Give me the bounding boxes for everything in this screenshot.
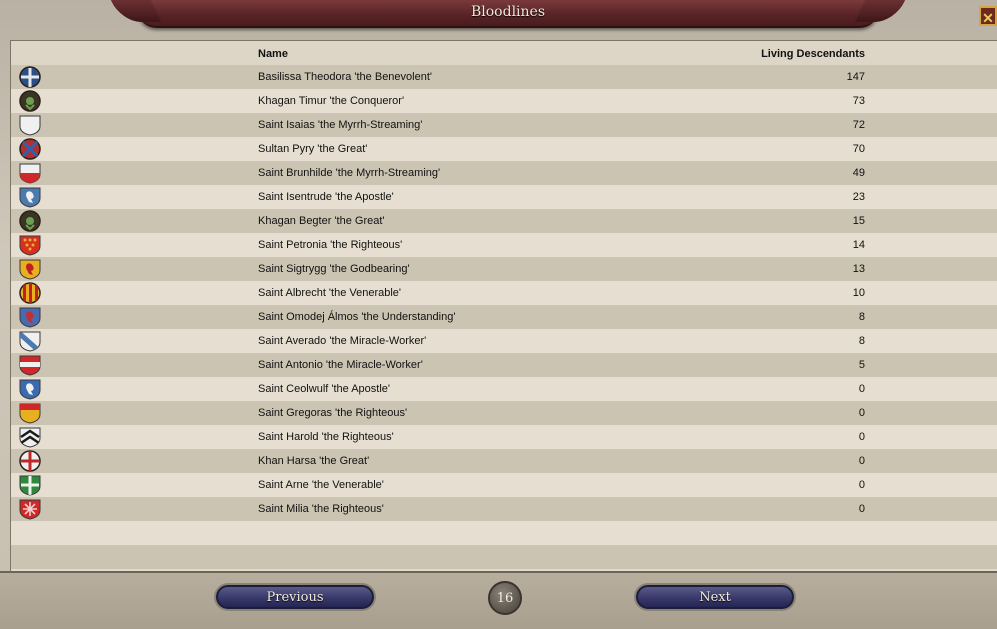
bloodline-name[interactable]: Saint Gregoras 'the Righteous': [258, 407, 407, 419]
living-descendants-count: 10: [852, 287, 865, 299]
table-row[interactable]: Saint Averado 'the Miracle-Worker' 8: [11, 329, 997, 353]
bloodlines-window: Bloodlines ✕ Name Living Descendants Bas…: [0, 0, 997, 629]
living-descendants-count: 70: [852, 143, 865, 155]
coat-of-arms-icon[interactable]: [18, 90, 42, 112]
living-descendants-count: 13: [852, 263, 865, 275]
coat-of-arms-icon[interactable]: [18, 186, 42, 208]
table-row[interactable]: Saint Brunhilde 'the Myrrh-Streaming' 49: [11, 161, 997, 185]
title-banner: Bloodlines: [138, 0, 878, 28]
bloodline-name[interactable]: Saint Omodej Álmos 'the Understanding': [258, 311, 455, 323]
bloodline-name[interactable]: Khagan Timur 'the Conqueror': [258, 95, 404, 107]
column-header-living-descendants[interactable]: Living Descendants: [701, 48, 865, 60]
next-button[interactable]: Next: [636, 585, 794, 609]
table-row[interactable]: Sultan Pyry 'the Great' 70: [11, 137, 997, 161]
living-descendants-count: 0: [858, 503, 865, 515]
living-descendants-count: 14: [852, 239, 865, 251]
table-row[interactable]: Saint Antonio 'the Miracle-Worker' 5: [11, 353, 997, 377]
bloodline-name[interactable]: Basilissa Theodora 'the Benevolent': [258, 71, 432, 83]
bloodline-name[interactable]: Saint Arne 'the Venerable': [258, 479, 384, 491]
previous-button[interactable]: Previous: [216, 585, 374, 609]
coat-of-arms-icon[interactable]: [18, 474, 42, 496]
column-header-name[interactable]: Name: [258, 48, 288, 60]
coat-of-arms-icon[interactable]: [18, 282, 42, 304]
bloodline-name[interactable]: Saint Averado 'the Miracle-Worker': [258, 335, 426, 347]
coat-of-arms-icon[interactable]: [18, 378, 42, 400]
living-descendants-count: 23: [852, 191, 865, 203]
coat-of-arms-icon[interactable]: [18, 330, 42, 352]
bloodline-name[interactable]: Saint Isaias 'the Myrrh-Streaming': [258, 119, 422, 131]
coat-of-arms-icon[interactable]: [18, 138, 42, 160]
bloodline-name[interactable]: Saint Albrecht 'the Venerable': [258, 287, 401, 299]
empty-row: [11, 521, 997, 545]
living-descendants-count: 49: [852, 167, 865, 179]
bloodline-name[interactable]: Saint Antonio 'the Miracle-Worker': [258, 359, 423, 371]
coat-of-arms-icon[interactable]: [18, 162, 42, 184]
table-body: Basilissa Theodora 'the Benevolent' 147 Kh…: [11, 65, 997, 569]
bloodline-name[interactable]: Khagan Begter 'the Great': [258, 215, 385, 227]
coat-of-arms-icon[interactable]: [18, 258, 42, 280]
table-row[interactable]: Saint Gregoras 'the Righteous' 0: [11, 401, 997, 425]
coat-of-arms-icon[interactable]: [18, 426, 42, 448]
table-row[interactable]: Saint Petronia 'the Righteous' 14: [11, 233, 997, 257]
table-row[interactable]: Khagan Begter 'the Great' 15: [11, 209, 997, 233]
coat-of-arms-icon[interactable]: [18, 306, 42, 328]
bloodlines-table: Name Living Descendants Basilissa Theodo…: [10, 40, 997, 571]
living-descendants-count: 73: [852, 95, 865, 107]
living-descendants-count: 0: [858, 455, 865, 467]
living-descendants-count: 5: [858, 359, 865, 371]
table-row[interactable]: Saint Harold 'the Righteous' 0: [11, 425, 997, 449]
living-descendants-count: 0: [858, 479, 865, 491]
table-row[interactable]: Basilissa Theodora 'the Benevolent' 147: [11, 65, 997, 89]
coat-of-arms-icon[interactable]: [18, 498, 42, 520]
coat-of-arms-icon[interactable]: [18, 114, 42, 136]
living-descendants-count: 72: [852, 119, 865, 131]
living-descendants-count: 147: [846, 71, 865, 83]
coat-of-arms-icon[interactable]: [18, 234, 42, 256]
living-descendants-count: 0: [858, 383, 865, 395]
bloodline-name[interactable]: Saint Ceolwulf 'the Apostle': [258, 383, 390, 395]
table-header: Name Living Descendants: [11, 41, 997, 65]
living-descendants-count: 15: [852, 215, 865, 227]
coat-of-arms-icon[interactable]: [18, 354, 42, 376]
coat-of-arms-icon[interactable]: [18, 402, 42, 424]
coat-of-arms-icon[interactable]: [18, 66, 42, 88]
living-descendants-count: 0: [858, 407, 865, 419]
table-row[interactable]: Saint Milia 'the Righteous' 0: [11, 497, 997, 521]
living-descendants-count: 8: [858, 311, 865, 323]
table-row[interactable]: Saint Ceolwulf 'the Apostle' 0: [11, 377, 997, 401]
bloodline-name[interactable]: Saint Brunhilde 'the Myrrh-Streaming': [258, 167, 440, 179]
table-row[interactable]: Khagan Timur 'the Conqueror' 73: [11, 89, 997, 113]
window-title: Bloodlines: [470, 4, 546, 20]
coat-of-arms-icon[interactable]: [18, 210, 42, 232]
table-row[interactable]: Saint Omodej Álmos 'the Understanding' 8: [11, 305, 997, 329]
table-row[interactable]: Saint Sigtrygg 'the Godbearing' 13: [11, 257, 997, 281]
bloodline-name[interactable]: Khan Harsa 'the Great': [258, 455, 369, 467]
bloodline-name[interactable]: Saint Harold 'the Righteous': [258, 431, 394, 443]
page-number: 16: [488, 581, 522, 615]
pagination-bar: Previous 16 Next: [0, 571, 997, 629]
close-button[interactable]: ✕: [979, 6, 997, 26]
bloodline-name[interactable]: Saint Sigtrygg 'the Godbearing': [258, 263, 410, 275]
empty-row: [11, 545, 997, 569]
living-descendants-count: 8: [858, 335, 865, 347]
table-row[interactable]: Saint Isaias 'the Myrrh-Streaming' 72: [11, 113, 997, 137]
bloodline-name[interactable]: Saint Isentrude 'the Apostle': [258, 191, 394, 203]
table-row[interactable]: Saint Albrecht 'the Venerable' 10: [11, 281, 997, 305]
table-row[interactable]: Saint Arne 'the Venerable' 0: [11, 473, 997, 497]
table-row[interactable]: Saint Isentrude 'the Apostle' 23: [11, 185, 997, 209]
living-descendants-count: 0: [858, 431, 865, 443]
bloodline-name[interactable]: Saint Milia 'the Righteous': [258, 503, 384, 515]
bloodline-name[interactable]: Sultan Pyry 'the Great': [258, 143, 367, 155]
bloodline-name[interactable]: Saint Petronia 'the Righteous': [258, 239, 402, 251]
table-row[interactable]: Khan Harsa 'the Great' 0: [11, 449, 997, 473]
coat-of-arms-icon[interactable]: [18, 450, 42, 472]
